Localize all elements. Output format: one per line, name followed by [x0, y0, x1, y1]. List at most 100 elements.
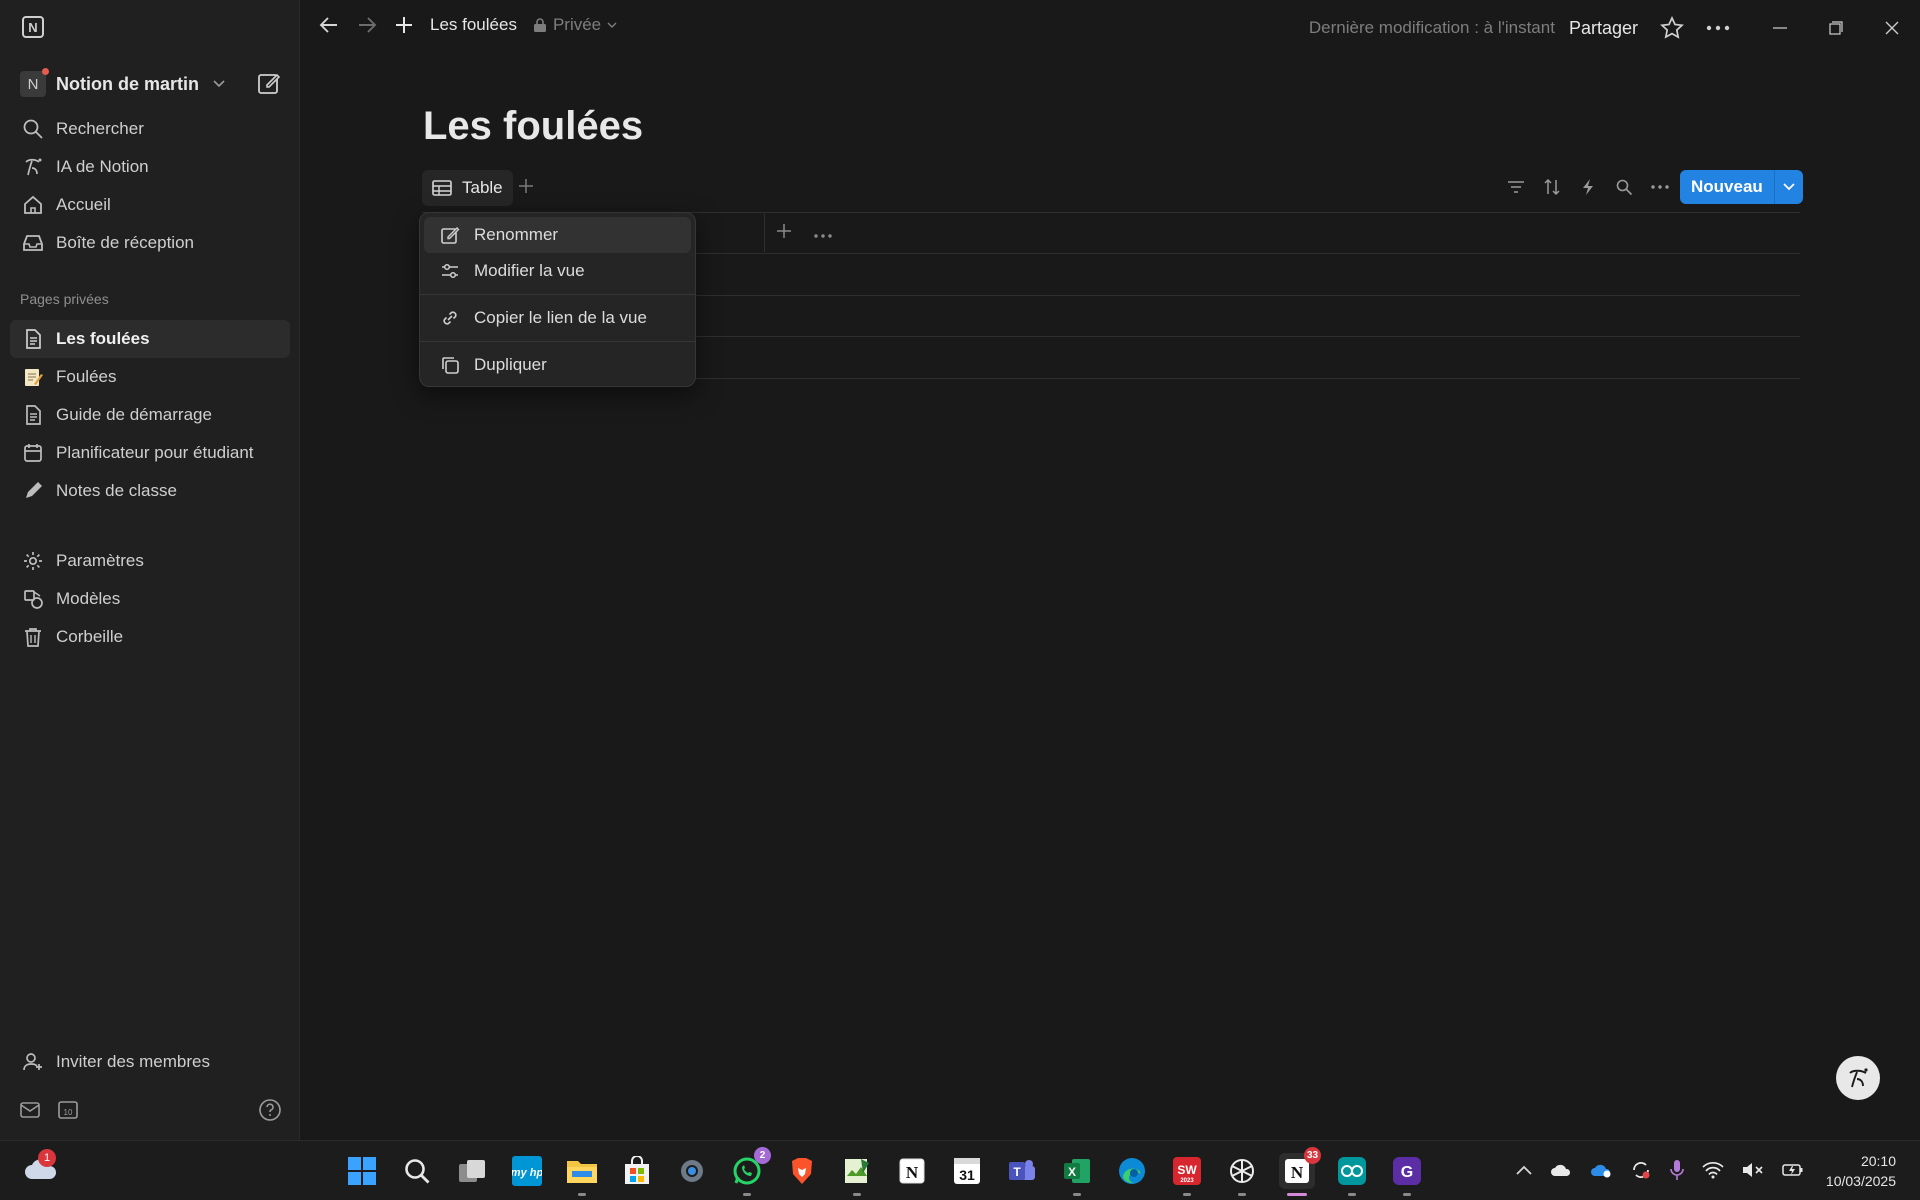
calendar-icon[interactable]: 10	[58, 1100, 78, 1120]
menu-item-edit-view[interactable]: Modifier la vue	[424, 253, 691, 289]
taskbar-search-icon[interactable]	[399, 1153, 435, 1189]
notepad-app-icon[interactable]	[839, 1153, 875, 1196]
sidebar-footer: 10	[20, 1096, 282, 1124]
section-label-private: Pages privées	[20, 291, 109, 307]
notion-ai-bubble-icon[interactable]	[1836, 1056, 1880, 1100]
whatsapp-icon[interactable]: 2	[729, 1147, 771, 1196]
running-indicator	[853, 1193, 861, 1196]
privacy-dropdown[interactable]: Privée	[533, 15, 617, 35]
task-view-icon[interactable]	[454, 1153, 490, 1189]
running-indicator	[1073, 1193, 1081, 1196]
view-context-menu: Renommer Modifier la vue Copier le lien …	[419, 212, 696, 387]
chevron-down-icon	[607, 22, 617, 28]
solidworks-icon[interactable]: SW 2023	[1169, 1153, 1205, 1196]
microphone-icon[interactable]	[1670, 1159, 1684, 1181]
menu-item-duplicate[interactable]: Dupliquer	[424, 347, 691, 383]
edge-browser-icon[interactable]	[1114, 1153, 1150, 1189]
new-entry-button[interactable]: Nouveau	[1680, 170, 1774, 204]
app-g-icon[interactable]: G	[1389, 1153, 1425, 1196]
notion-ai-icon	[25, 158, 42, 176]
notion-app-icon[interactable]: N	[894, 1153, 930, 1189]
new-page-icon[interactable]	[256, 70, 282, 96]
sidebar-item-trash[interactable]: Corbeille	[10, 618, 290, 656]
memo-icon	[25, 369, 43, 386]
excel-icon[interactable]: X	[1059, 1153, 1095, 1196]
filter-icon[interactable]	[1505, 176, 1527, 198]
battery-icon[interactable]	[1782, 1162, 1804, 1178]
more-options-icon[interactable]	[1649, 176, 1671, 198]
calendar-app-icon[interactable]: 31	[949, 1153, 985, 1189]
chevron-up-icon[interactable]	[1516, 1165, 1532, 1175]
page-title[interactable]: Les foulées	[423, 104, 643, 149]
sidebar-page-les-foulees[interactable]: Les foulées	[10, 320, 290, 358]
close-window-icon[interactable]	[1864, 12, 1920, 44]
notion-logo-icon[interactable]: N	[22, 16, 44, 38]
svg-text:T: T	[1013, 1165, 1021, 1179]
topbar-left: Les foulées Privée	[318, 14, 617, 36]
teams-icon[interactable]: T	[1004, 1153, 1040, 1189]
sidebar-item-templates[interactable]: Modèles	[10, 580, 290, 618]
automation-bolt-icon[interactable]	[1577, 176, 1599, 198]
search-icon[interactable]	[1613, 176, 1635, 198]
file-explorer-icon[interactable]	[564, 1153, 600, 1196]
star-icon[interactable]	[1660, 16, 1684, 40]
sidebar-page-foulees[interactable]: Foulées	[10, 358, 290, 396]
add-tab-icon[interactable]	[394, 15, 414, 35]
add-column-icon[interactable]	[776, 222, 792, 245]
pencil-icon	[26, 482, 42, 498]
chatgpt-icon[interactable]	[1224, 1153, 1260, 1196]
hp-app-icon[interactable]: my hp	[509, 1153, 545, 1189]
onedrive-icon[interactable]	[1590, 1162, 1612, 1178]
topbar-right: Dernière modification : à l'instant Part…	[1309, 12, 1920, 44]
system-clock[interactable]: 20:10 10/03/2025	[1812, 1151, 1896, 1191]
add-view-icon[interactable]	[518, 174, 534, 200]
svg-text:2023: 2023	[1180, 1178, 1194, 1184]
more-options-icon[interactable]	[1706, 16, 1730, 40]
duplicate-icon	[442, 357, 459, 374]
microsoft-store-icon[interactable]	[619, 1153, 655, 1189]
sync-icon[interactable]	[1630, 1159, 1652, 1181]
sidebar-page-notes[interactable]: Notes de classe	[10, 472, 290, 510]
forward-arrow-icon[interactable]	[356, 14, 378, 36]
sidebar-item-label: IA de Notion	[56, 157, 149, 176]
speaker-muted-icon[interactable]	[1742, 1161, 1764, 1179]
settings-gear-icon[interactable]	[674, 1153, 710, 1189]
help-icon[interactable]	[258, 1098, 282, 1122]
menu-item-label: Modifier la vue	[474, 261, 585, 280]
column-divider	[764, 214, 765, 252]
share-button[interactable]: Partager	[1569, 18, 1638, 39]
cloud-icon[interactable]	[1550, 1163, 1572, 1177]
sort-icon[interactable]	[1541, 176, 1563, 198]
utility-nav: Paramètres Modèles Corbeille	[10, 542, 290, 656]
notion-active-app-icon[interactable]: N 33	[1279, 1147, 1321, 1196]
restore-window-icon[interactable]	[1808, 12, 1864, 44]
chevron-down-icon[interactable]	[1773, 170, 1803, 204]
sidebar-item-label: Planificateur pour étudiant	[56, 443, 254, 462]
sidebar-item-home[interactable]: Accueil	[10, 186, 290, 224]
invite-members-button[interactable]: Inviter des membres	[10, 1043, 290, 1081]
mail-icon[interactable]	[20, 1102, 40, 1118]
back-arrow-icon[interactable]	[318, 14, 340, 36]
tab-table-view[interactable]: Table	[422, 170, 513, 206]
running-indicator	[1348, 1193, 1356, 1196]
minimize-window-icon[interactable]	[1752, 12, 1808, 44]
menu-item-label: Dupliquer	[474, 355, 547, 374]
sidebar-page-planner[interactable]: Planificateur pour étudiant	[10, 434, 290, 472]
brave-browser-icon[interactable]	[784, 1153, 820, 1189]
column-more-icon[interactable]	[814, 222, 832, 243]
arduino-icon[interactable]	[1334, 1153, 1370, 1196]
sidebar-page-guide[interactable]: Guide de démarrage	[10, 396, 290, 434]
windows-start-icon[interactable]	[344, 1153, 380, 1189]
sidebar-item-inbox[interactable]: Boîte de réception	[10, 224, 290, 262]
wifi-icon[interactable]	[1702, 1161, 1724, 1179]
menu-item-rename[interactable]: Renommer	[424, 217, 691, 253]
sidebar-item-settings[interactable]: Paramètres	[10, 542, 290, 580]
table-icon	[432, 180, 452, 196]
sidebar-item-search[interactable]: Rechercher	[10, 110, 290, 148]
menu-item-copy-link[interactable]: Copier le lien de la vue	[424, 300, 691, 336]
templates-icon	[24, 590, 43, 609]
sidebar-item-notion-ai[interactable]: IA de Notion	[10, 148, 290, 186]
breadcrumb-page-title[interactable]: Les foulées	[430, 15, 517, 35]
workspace-switcher[interactable]: N Notion de martin	[20, 68, 225, 98]
edit-icon	[441, 227, 460, 244]
